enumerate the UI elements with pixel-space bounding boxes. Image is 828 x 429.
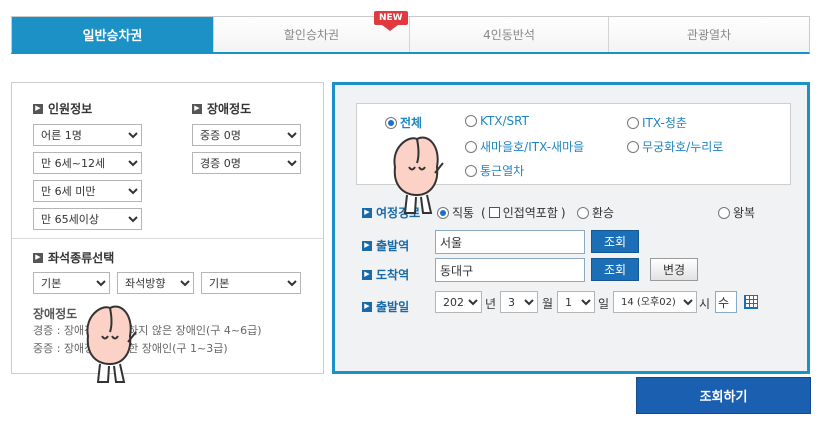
- divider: [12, 238, 323, 239]
- passenger-panel: ▶ 인원정보 ▶ 장애정도 어른 1명 만 6세~12세 만 6세 미만 만 6…: [11, 82, 324, 374]
- radio-icon: [627, 140, 639, 153]
- tab-general-ticket[interactable]: 일반승차권: [12, 17, 214, 52]
- radio-label: 왕복: [733, 206, 756, 220]
- year-unit: 년: [485, 297, 497, 311]
- seat-option-select[interactable]: 기본: [201, 272, 301, 294]
- tab-tour-train[interactable]: 관광열차: [609, 17, 809, 52]
- toddler-count-select[interactable]: 만 6세 미만: [33, 180, 142, 202]
- section-label: 인원정보: [48, 102, 93, 116]
- arrival-label: ▶ 도착역: [362, 266, 409, 283]
- train-radio-commuter[interactable]: 통근열차: [465, 162, 524, 179]
- mascot-sticker: [393, 136, 444, 214]
- tab-label: 관광열차: [686, 28, 732, 42]
- day-unit: 일: [598, 297, 610, 311]
- hour-unit: 시: [699, 297, 711, 311]
- arrow-right-icon: ▶: [362, 301, 372, 312]
- train-radio-all[interactable]: 전체: [385, 114, 422, 131]
- radio-label: 통근열차: [480, 164, 525, 178]
- month-unit: 월: [542, 297, 554, 311]
- radio-label: KTX/SRT: [480, 114, 529, 128]
- tab-label: 할인승차권: [283, 28, 340, 42]
- tab-label: 4인동반석: [483, 28, 535, 42]
- checkbox-icon: [488, 207, 500, 218]
- swap-stations-button[interactable]: 변경: [650, 258, 698, 281]
- radio-label: 환승: [592, 206, 615, 220]
- seat-section-title: ▶ 좌석종류선택: [33, 249, 114, 266]
- radio-label: 무궁화호/누리로: [642, 140, 724, 154]
- seat-type-select[interactable]: 기본: [33, 272, 110, 294]
- departure-lookup-button[interactable]: 조회: [591, 230, 639, 253]
- weekday-field: [715, 291, 737, 313]
- radio-icon: [718, 206, 730, 219]
- note-title: 장애정도: [33, 307, 78, 321]
- trip-radio-roundtrip[interactable]: 왕복: [718, 204, 755, 221]
- train-radio-saemaeul[interactable]: 새마을호/ITX-새마을: [465, 138, 584, 155]
- radio-label: 새마을호/ITX-새마을: [480, 140, 585, 154]
- radio-icon: [577, 206, 589, 219]
- severe-disability-select[interactable]: 중증 0명: [192, 124, 301, 146]
- year-select[interactable]: 2023: [435, 291, 482, 313]
- disability-section-title: ▶ 장애정도: [192, 100, 251, 117]
- hour-select[interactable]: 14 (오후02): [613, 291, 697, 313]
- radio-icon: [465, 115, 477, 127]
- train-radio-mugunghwa[interactable]: 무궁화호/누리로: [627, 138, 723, 155]
- tab-discount-ticket[interactable]: 할인승차권 NEW: [214, 11, 410, 52]
- arrow-right-icon: ▶: [33, 103, 43, 114]
- trip-radio-transfer[interactable]: 환승: [577, 204, 614, 221]
- radio-icon: [627, 116, 639, 129]
- adjacent-station-checkbox[interactable]: (인접역포함): [481, 204, 566, 221]
- field-label-text: 출발일: [376, 300, 410, 314]
- tab-label: 일반승차권: [82, 29, 143, 44]
- radio-selected-icon: [385, 116, 397, 129]
- field-label-text: 출발역: [376, 239, 410, 253]
- ticket-tabs: 일반승차권 할인승차권 NEW 4인동반석 관광열차: [11, 11, 810, 54]
- radio-label: 직통: [452, 206, 475, 220]
- search-button[interactable]: 조회하기: [636, 377, 811, 414]
- arrow-right-icon: ▶: [33, 252, 43, 263]
- arrow-right-icon: ▶: [362, 240, 372, 251]
- train-radio-ktx[interactable]: KTX/SRT: [465, 114, 529, 128]
- arrival-input[interactable]: [435, 258, 585, 282]
- arrow-right-icon: ▶: [192, 103, 202, 114]
- mild-disability-select[interactable]: 경증 0명: [192, 152, 301, 174]
- radio-icon: [465, 140, 477, 153]
- departure-input[interactable]: [435, 230, 585, 254]
- section-label: 좌석종류선택: [48, 251, 115, 265]
- radio-icon: [465, 164, 477, 177]
- new-badge: NEW: [374, 11, 408, 31]
- tab-four-person-seat[interactable]: 4인동반석: [410, 17, 609, 52]
- train-radio-itx-chungchun[interactable]: ITX-청춘: [627, 114, 687, 131]
- seat-direction-select[interactable]: 좌석방향: [117, 272, 194, 294]
- arrow-right-icon: ▶: [362, 269, 372, 280]
- arrival-lookup-button[interactable]: 조회: [591, 258, 639, 281]
- day-select[interactable]: 1: [557, 291, 595, 313]
- month-select[interactable]: 3: [500, 291, 538, 313]
- route-panel: 전체 KTX/SRT ITX-청춘 새마을호/ITX-새마을 무궁화호/누리로 …: [332, 82, 810, 374]
- checkbox-label: 인접역포함: [502, 206, 558, 220]
- radio-label: ITX-청춘: [642, 116, 687, 130]
- departure-label: ▶ 출발역: [362, 237, 409, 254]
- child-count-select[interactable]: 만 6세~12세: [33, 152, 142, 174]
- calendar-icon[interactable]: [744, 295, 758, 309]
- adult-count-select[interactable]: 어른 1명: [33, 124, 142, 146]
- senior-count-select[interactable]: 만 65세이상: [33, 208, 142, 230]
- radio-label: 전체: [400, 116, 423, 130]
- arrow-right-icon: ▶: [362, 207, 372, 218]
- mascot-sticker: [86, 305, 137, 383]
- note-mild: 경증 : 장애정도가 심하지 않은 장애인(구 4~6급): [33, 324, 262, 337]
- date-label: ▶ 출발일: [362, 298, 409, 315]
- section-label: 장애정도: [207, 102, 252, 116]
- passenger-section-title: ▶ 인원정보: [33, 100, 92, 117]
- field-label-text: 도착역: [376, 268, 410, 282]
